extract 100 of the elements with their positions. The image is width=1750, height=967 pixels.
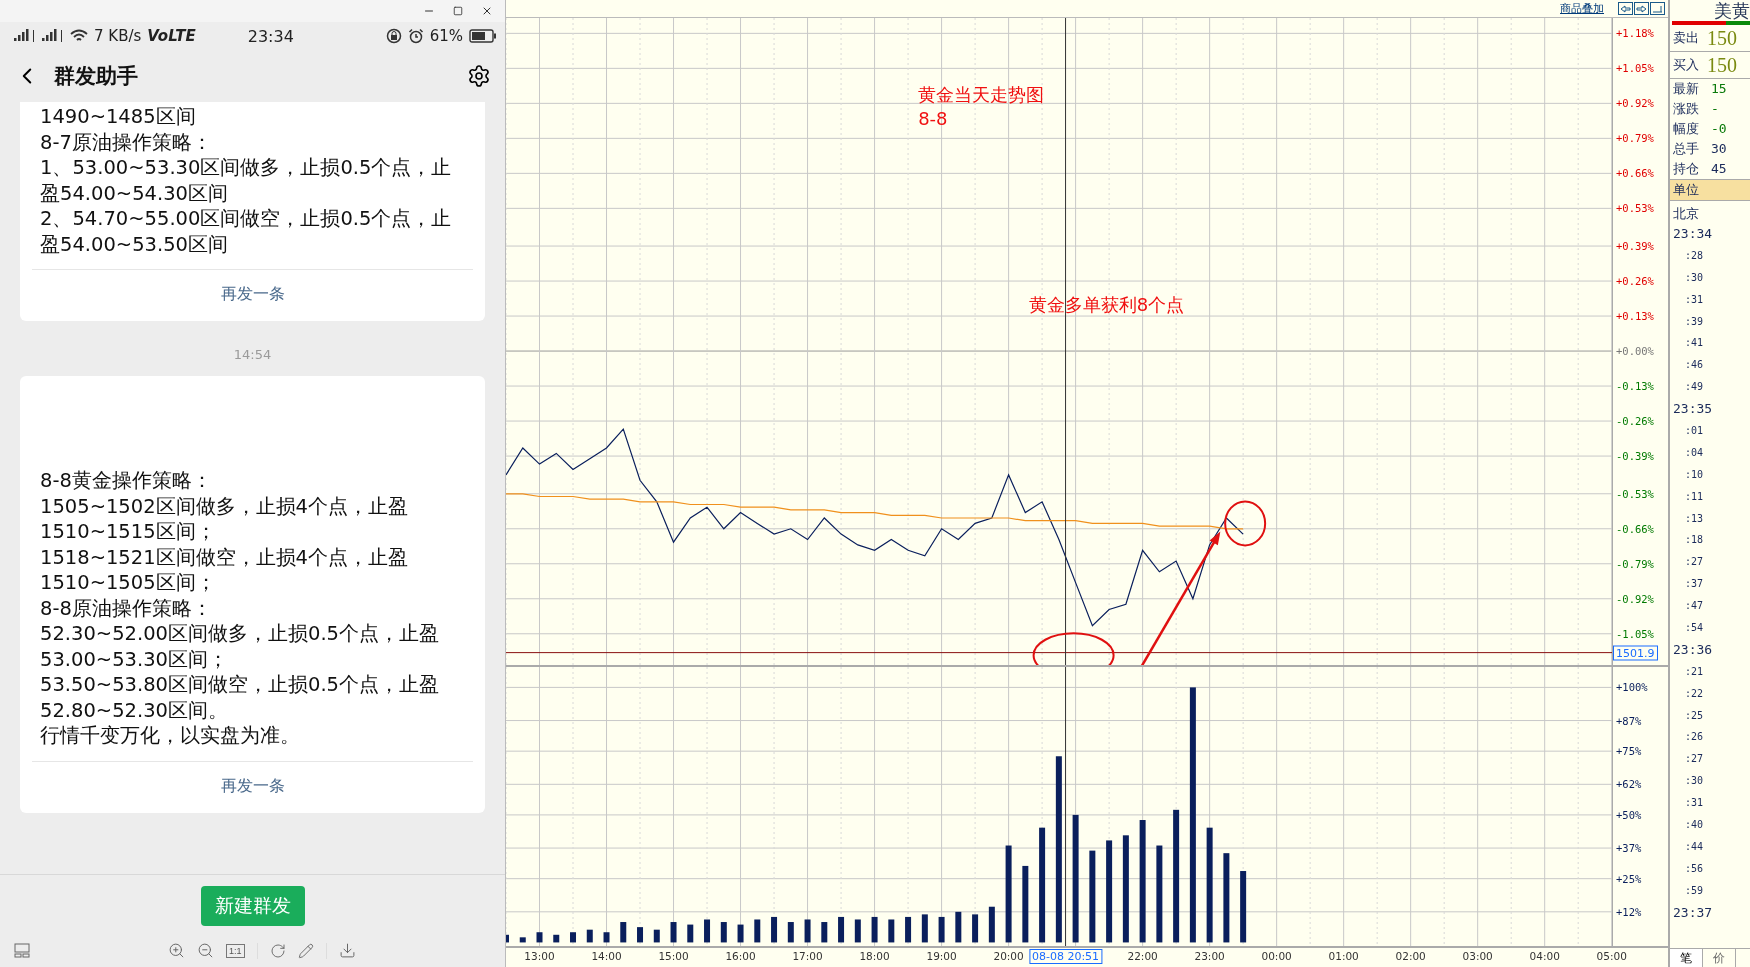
axis-label: +0.13% xyxy=(1616,310,1654,323)
axis-label: +37% xyxy=(1616,842,1642,855)
tick-time: :40 xyxy=(1684,818,1705,833)
axis-label: -1.05% xyxy=(1616,627,1654,640)
tick-time: :54 xyxy=(1684,621,1705,636)
tick-time: 23:36 xyxy=(1672,640,1714,659)
axis-label: +0.66% xyxy=(1616,167,1654,180)
tick-time: :31 xyxy=(1684,292,1705,307)
volte-label: VoLTE xyxy=(147,27,196,45)
axis-label: 04:00 xyxy=(1529,950,1560,962)
axis-label: 15:00 xyxy=(658,950,689,962)
tick-time: :18 xyxy=(1684,533,1705,548)
quote-value: 45 xyxy=(1711,160,1727,178)
quote-label: 单位 xyxy=(1673,181,1699,199)
axis-label: 20:00 xyxy=(993,950,1024,962)
axis-label: 17:00 xyxy=(792,950,823,962)
tick-time: :37 xyxy=(1684,577,1705,592)
tick-time: :04 xyxy=(1684,445,1705,460)
axis-label: 14:00 xyxy=(591,950,622,962)
tick-time: :27 xyxy=(1684,752,1705,767)
tick-time: :49 xyxy=(1684,380,1705,395)
quote-label: 幅度 xyxy=(1673,120,1699,138)
tick-time: :39 xyxy=(1684,314,1705,329)
quote-value: 15 xyxy=(1711,80,1727,98)
tick-time: :21 xyxy=(1684,664,1705,679)
quote-value: -0 xyxy=(1711,120,1727,138)
tick-time: :46 xyxy=(1684,358,1705,373)
axis-label: -0.92% xyxy=(1616,592,1654,605)
city-label: 北京 xyxy=(1672,205,1700,223)
instrument-title: 美黄 xyxy=(1713,0,1750,21)
axis-label: -0.39% xyxy=(1616,450,1654,463)
quote-label: 买入 xyxy=(1673,56,1699,74)
axis-label: -0.66% xyxy=(1616,522,1654,535)
axis-label: 05:00 xyxy=(1596,950,1627,962)
axis-label: +62% xyxy=(1616,778,1642,791)
axis-label: +0.92% xyxy=(1616,97,1654,110)
tick-time: :41 xyxy=(1684,336,1705,351)
axis-label: 13:00 xyxy=(524,950,555,962)
axis-label: 22:00 xyxy=(1127,950,1158,962)
tick-time: :13 xyxy=(1684,511,1705,526)
axis-label: +50% xyxy=(1616,808,1642,821)
tick-time: :10 xyxy=(1684,467,1705,482)
quote-label: 涨跌 xyxy=(1673,100,1699,118)
axis-label: 01:00 xyxy=(1328,950,1359,962)
tick-time: :01 xyxy=(1684,424,1705,438)
tick-time: :47 xyxy=(1684,599,1705,614)
axis-label: -0.79% xyxy=(1616,557,1654,570)
quote-value: 150 xyxy=(1707,55,1737,75)
axis-label: -0.53% xyxy=(1616,487,1654,500)
axis-label: 16:00 xyxy=(725,950,756,962)
tick-time: :26 xyxy=(1684,730,1705,745)
tick-time: :25 xyxy=(1684,708,1705,723)
tick-time: 23:35 xyxy=(1672,400,1714,419)
axis-label: 02:00 xyxy=(1395,950,1426,962)
annotation-text: 黄金当天走势图 xyxy=(918,84,1045,106)
axis-label: +1.18% xyxy=(1616,27,1654,40)
tick-time: :56 xyxy=(1684,861,1705,876)
axis-label: +1.05% xyxy=(1616,62,1654,75)
tick-time: :30 xyxy=(1684,774,1705,789)
tick-time: :59 xyxy=(1684,883,1705,898)
tick-time: :11 xyxy=(1684,489,1705,504)
tick-time: :22 xyxy=(1684,686,1705,701)
axis-label: 19:00 xyxy=(926,950,957,962)
axis-label: -0.13% xyxy=(1616,380,1654,393)
tick-time: :27 xyxy=(1684,555,1705,570)
quote-value: - xyxy=(1711,100,1719,118)
axis-label: 00:00 xyxy=(1261,950,1292,962)
axis-label: +0.39% xyxy=(1616,240,1654,253)
axis-label: +12% xyxy=(1616,905,1642,918)
axis-label: +0.79% xyxy=(1616,132,1654,145)
tick-time: :30 xyxy=(1684,270,1705,285)
axis-label: +0.53% xyxy=(1616,202,1654,215)
axis-label: +75% xyxy=(1616,745,1642,758)
axis-label: +87% xyxy=(1616,714,1642,727)
battery-percent: 61% xyxy=(429,27,463,45)
tick-time: 23:37 xyxy=(1672,903,1714,922)
annotation-text: 黄金多单获利8个点 xyxy=(1028,294,1185,316)
status-time: 23:34 xyxy=(247,26,295,46)
tick-time: :31 xyxy=(1684,796,1705,811)
quote-value: 150 xyxy=(1707,28,1737,48)
axis-label: 03:00 xyxy=(1462,950,1493,962)
quote-label: 总手 xyxy=(1673,140,1699,158)
axis-label: +0.00% xyxy=(1616,345,1654,358)
annotation-text: 8-8 xyxy=(918,108,948,130)
tick-time: :28 xyxy=(1684,248,1705,263)
network-speed: 7 KB/s xyxy=(94,27,142,45)
header-title: 群发助手 xyxy=(54,63,139,90)
axis-label: 23:00 xyxy=(1194,950,1225,962)
cursor-price: 1501.9 xyxy=(1613,645,1658,661)
cursor-time: 08-08 20:51 xyxy=(1028,949,1103,964)
message-text: 1490~1485区间 8-7原油操作策略： 1、53.00~53.30区间做多，止损0.5个点，止 盈54.00~54.30区间 2、54.70~55.00区间做空，止损0.5个点，止 盈54.00~53.50区间 xyxy=(39,104,453,258)
quote-label: 最新 xyxy=(1673,80,1699,98)
quote-label: 卖出 xyxy=(1673,29,1699,47)
quote-label: 持仓 xyxy=(1673,160,1699,178)
quote-value: 30 xyxy=(1711,140,1727,158)
message-time: 14:54 xyxy=(233,347,272,362)
tick-time: :44 xyxy=(1684,839,1705,854)
axis-label: +25% xyxy=(1616,872,1642,885)
tick-time: 23:34 xyxy=(1672,225,1714,243)
axis-label: 18:00 xyxy=(859,950,890,962)
